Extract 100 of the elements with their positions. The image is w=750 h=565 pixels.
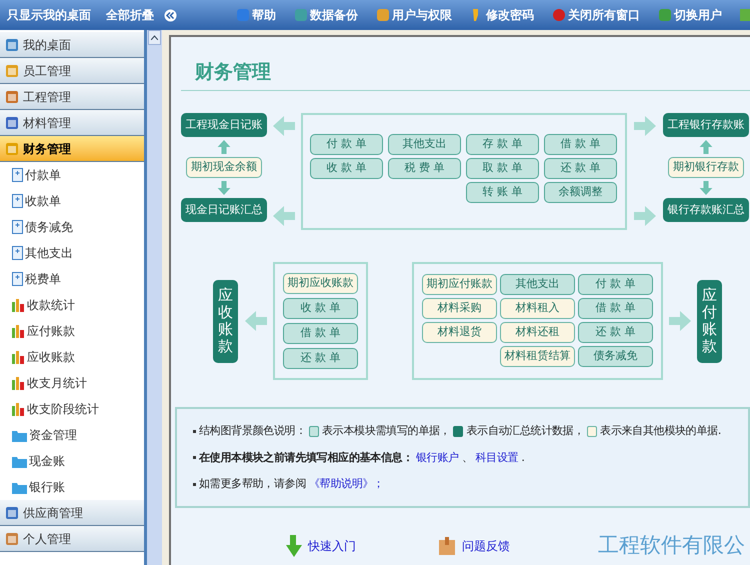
sidebar-item[interactable]: 收支阶段统计	[0, 396, 144, 422]
collapse-icon[interactable]	[164, 8, 177, 22]
form-button[interactable]: 材料还租	[500, 322, 575, 343]
arrow-icon	[273, 205, 295, 227]
toolbar-icon	[552, 8, 566, 22]
legend-text: 表示本模块需填写的单据，	[322, 423, 450, 439]
form-button[interactable]: 取 款 单	[466, 158, 539, 179]
form-button[interactable]: 现金日记账汇总	[181, 198, 267, 222]
module-icon	[5, 38, 19, 52]
form-button[interactable]: 存 款 单	[466, 134, 539, 155]
page-title: 财务管理	[195, 63, 272, 82]
sidebar-item[interactable]: 付款单	[0, 162, 144, 188]
toolbar-button[interactable]: 数据备份	[294, 6, 358, 24]
form-button[interactable]: 借 款 单	[578, 298, 653, 319]
sidebar-item[interactable]: 银行账	[0, 474, 144, 500]
sidebar-group[interactable]: 材料管理	[0, 110, 144, 136]
sidebar-group[interactable]: 工程管理	[0, 84, 144, 110]
form-button[interactable]: 税 费 单	[388, 158, 461, 179]
form-button[interactable]: 还 款 单	[283, 348, 358, 369]
form-button[interactable]: 期初应收账款	[283, 273, 358, 294]
arrow-icon	[217, 140, 231, 154]
separator: 、	[462, 450, 473, 466]
form-button[interactable]: 材料采购	[422, 298, 497, 319]
toolbar-button[interactable]: 只显示我的桌面	[7, 6, 91, 24]
form-button[interactable]: 收 款 单	[283, 298, 358, 319]
scroll-up-icon[interactable]	[151, 35, 158, 40]
form-button[interactable]: 其他支出	[500, 274, 575, 295]
form-button[interactable]: 付 款 单	[578, 274, 653, 295]
scrollbar[interactable]	[147, 30, 162, 565]
arrow-icon	[699, 181, 713, 195]
form-button[interactable]: 工程现金日记账	[181, 113, 267, 137]
sidebar-group[interactable]: 员工管理	[0, 58, 144, 84]
form-button[interactable]: 工程银行存款账	[663, 113, 749, 137]
toolbar-button[interactable]: 帮助	[236, 6, 276, 24]
form-button[interactable]: 材料租赁结算	[500, 346, 575, 367]
toolbar-button[interactable]: 切换用户	[658, 6, 722, 24]
help-link[interactable]: 《帮助说明》；	[309, 476, 384, 492]
sidebar-item[interactable]: 现金账	[0, 448, 144, 474]
sidebar-group[interactable]: 财务管理	[0, 136, 144, 162]
sidebar-item[interactable]: 收款单	[0, 188, 144, 214]
sidebar-item[interactable]: 资金管理	[0, 422, 144, 448]
form-button[interactable]: 余额调整	[544, 182, 617, 203]
form-button[interactable]: 材料退货	[422, 322, 497, 343]
sidebar-item[interactable]: 债务减免	[0, 214, 144, 240]
arrow-icon	[244, 310, 266, 332]
form-button[interactable]: 其他支出	[388, 134, 461, 155]
module-icon	[5, 142, 19, 156]
form-button[interactable]: 付 款 单	[310, 134, 383, 155]
bar-chart-icon	[12, 298, 25, 312]
form-button[interactable]: 借 款 单	[283, 323, 358, 344]
arrow-icon	[217, 181, 231, 195]
form-button[interactable]: 期初现金余额	[186, 157, 262, 178]
form-button[interactable]: 材料租入	[500, 298, 575, 319]
toolbar-button[interactable]: 用户与权限	[376, 6, 452, 24]
folder-icon	[12, 428, 27, 442]
form-button[interactable]: 期初银行存款	[668, 157, 744, 178]
arrow-down-icon	[286, 534, 304, 557]
setup-note: 在使用本模块之前请先填写相应的基本信息：	[199, 450, 414, 466]
document-icon	[12, 220, 23, 234]
arrow-icon	[699, 140, 713, 154]
bar-chart-icon	[12, 324, 25, 338]
form-button[interactable]: 债务减免	[578, 346, 653, 367]
document-icon	[12, 168, 23, 182]
bullet	[193, 430, 196, 433]
form-button[interactable]: 还 款 单	[578, 322, 653, 343]
module-icon	[5, 116, 19, 130]
feedback-link[interactable]: 问题反馈	[438, 536, 510, 556]
help-note: 如需更多帮助，请参阅	[199, 476, 306, 492]
sidebar-item[interactable]: 收款统计	[0, 292, 144, 318]
quick-start-link[interactable]: 快速入门	[286, 534, 356, 557]
form-button[interactable]: 还 款 单	[544, 158, 617, 179]
summary-label: 应收账款	[213, 280, 238, 362]
form-button[interactable]: 借 款 单	[544, 134, 617, 155]
setup-link[interactable]: 银行账户	[416, 450, 459, 466]
setup-link[interactable]: 科目设置	[476, 450, 518, 466]
toolbar-button[interactable]: 关闭所有窗口	[552, 6, 640, 24]
sidebar-item[interactable]: 税费单	[0, 266, 144, 292]
arrow-icon	[273, 115, 295, 137]
toolbar-button[interactable]: 修改密码	[470, 6, 534, 24]
arrow-icon	[634, 205, 656, 227]
document-icon	[12, 246, 23, 260]
sidebar-group[interactable]: 个人管理	[0, 526, 144, 552]
bullet	[193, 482, 196, 486]
sidebar-item[interactable]: 收支月统计	[0, 370, 144, 396]
period: .	[521, 450, 525, 466]
sidebar-item[interactable]: 其他支出	[0, 240, 144, 266]
box-icon	[438, 536, 456, 556]
form-button[interactable]: 银行存款账汇总	[663, 198, 749, 222]
form-button[interactable]: 收 款 单	[310, 158, 383, 179]
sidebar-group[interactable]: 我的桌面	[0, 32, 144, 58]
toolbar-icon	[376, 8, 390, 22]
sidebar-item[interactable]: 应收账款	[0, 344, 144, 370]
sidebar-item[interactable]: 应付账款	[0, 318, 144, 344]
folder-icon	[12, 480, 27, 494]
toolbar-icon	[236, 8, 250, 22]
sidebar-group[interactable]: 供应商管理	[0, 500, 144, 526]
form-button[interactable]: 转 账 单	[466, 182, 539, 203]
module-icon	[5, 64, 19, 78]
form-button[interactable]: 期初应付账款	[422, 274, 497, 295]
toolbar-button[interactable]: 全部折叠	[106, 6, 154, 24]
